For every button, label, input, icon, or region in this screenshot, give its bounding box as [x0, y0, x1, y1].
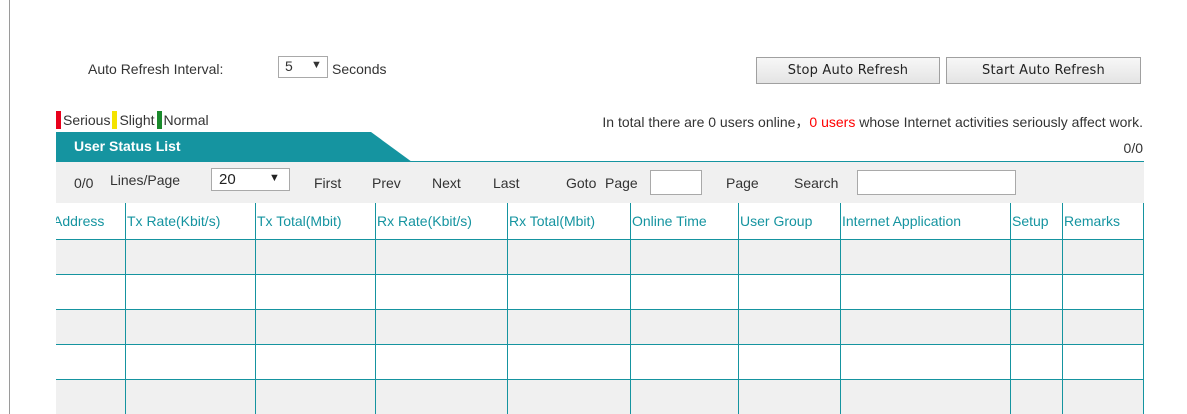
normal-color-swatch: [156, 111, 162, 129]
page-count: 0/0: [1123, 140, 1143, 156]
column-divider: [255, 203, 256, 414]
tab-user-status-list[interactable]: User Status List: [56, 132, 412, 162]
last-page-link[interactable]: Last: [493, 175, 519, 191]
column-header-tx-total: Tx Total(Mbit): [257, 213, 342, 229]
legend-slight: Slight: [112, 111, 155, 129]
summary-suffix: whose Internet activities seriously affe…: [855, 114, 1143, 130]
row-divider: [56, 379, 1144, 380]
seconds-label: Seconds: [332, 61, 387, 77]
column-divider: [1062, 203, 1063, 414]
pagination-toolbar: 0/0 Lines/Page 20 ▼ First Prev Next Last…: [56, 162, 1144, 203]
tab-title: User Status List: [74, 138, 181, 154]
column-divider: [630, 203, 631, 414]
column-divider: [738, 203, 739, 414]
column-header-setup: Setup: [1012, 213, 1049, 229]
refresh-interval-value: 5: [285, 58, 293, 74]
legend-slight-label: Slight: [119, 112, 155, 128]
search-input[interactable]: [857, 170, 1016, 195]
chevron-down-icon: ▼: [269, 172, 280, 184]
row-divider: [56, 274, 1144, 275]
page-label: Page: [726, 175, 759, 191]
column-divider: [1010, 203, 1011, 414]
column-header-address: Address: [56, 213, 105, 229]
column-header-rx-rate: Rx Rate(Kbit/s): [377, 213, 472, 229]
user-status-table: Address Tx Rate(Kbit/s) Tx Total(Mbit) R…: [56, 203, 1144, 414]
summary-prefix: In total there are 0 users online，: [602, 114, 810, 130]
column-header-remarks: Remarks: [1064, 213, 1121, 229]
search-label: Search: [794, 175, 839, 191]
legend-serious: Serious: [56, 111, 110, 129]
table-row: [56, 310, 1144, 345]
column-divider: [840, 203, 841, 414]
status-legend: Serious Slight Normal: [56, 111, 211, 129]
slight-color-swatch: [112, 111, 118, 129]
goto-page-button[interactable]: Goto: [566, 175, 596, 191]
legend-normal-label: Normal: [163, 112, 209, 128]
start-auto-refresh-button[interactable]: Start Auto Refresh: [946, 57, 1141, 84]
column-header-internet-application: Internet Application: [842, 213, 962, 229]
column-divider: [375, 203, 376, 414]
summary-highlight: 0 users: [809, 114, 856, 130]
column-header-online-time: Online Time: [632, 213, 707, 229]
table-header-row: Address Tx Rate(Kbit/s) Tx Total(Mbit) R…: [56, 203, 1144, 240]
table-row: [56, 275, 1144, 310]
lines-per-page-select[interactable]: 20 ▼: [211, 168, 290, 191]
table-row: [56, 345, 1144, 380]
legend-serious-label: Serious: [63, 112, 111, 128]
refresh-interval-label: Auto Refresh Interval:: [88, 61, 224, 77]
prev-page-link[interactable]: Prev: [372, 175, 401, 191]
legend-normal: Normal: [156, 111, 209, 129]
row-divider: [56, 309, 1144, 310]
serious-color-swatch: [56, 111, 61, 129]
column-divider: [1143, 203, 1144, 414]
row-divider: [56, 344, 1144, 345]
goto-page-input[interactable]: [650, 170, 702, 195]
left-divider: [9, 0, 10, 414]
record-count: 0/0: [74, 175, 94, 191]
column-divider: [125, 203, 126, 414]
column-header-rx-total: Rx Total(Mbit): [509, 213, 596, 229]
column-header-user-group: User Group: [740, 213, 813, 229]
online-summary: In total there are 0 users online，0 user…: [602, 112, 1143, 132]
row-divider: [56, 239, 1144, 240]
lines-per-page-label: Lines/Page: [110, 172, 181, 188]
chevron-down-icon: ▼: [311, 59, 322, 71]
column-header-tx-rate: Tx Rate(Kbit/s): [127, 213, 221, 229]
table-row: [56, 240, 1144, 275]
stop-auto-refresh-button[interactable]: Stop Auto Refresh: [756, 57, 940, 84]
lines-per-page-value: 20: [219, 171, 236, 188]
first-page-link[interactable]: First: [314, 175, 341, 191]
goto-page-label: Page: [605, 175, 638, 191]
column-divider: [507, 203, 508, 414]
next-page-link[interactable]: Next: [432, 175, 461, 191]
table-row: [56, 380, 1144, 414]
refresh-interval-select[interactable]: 5 ▼: [278, 56, 328, 78]
